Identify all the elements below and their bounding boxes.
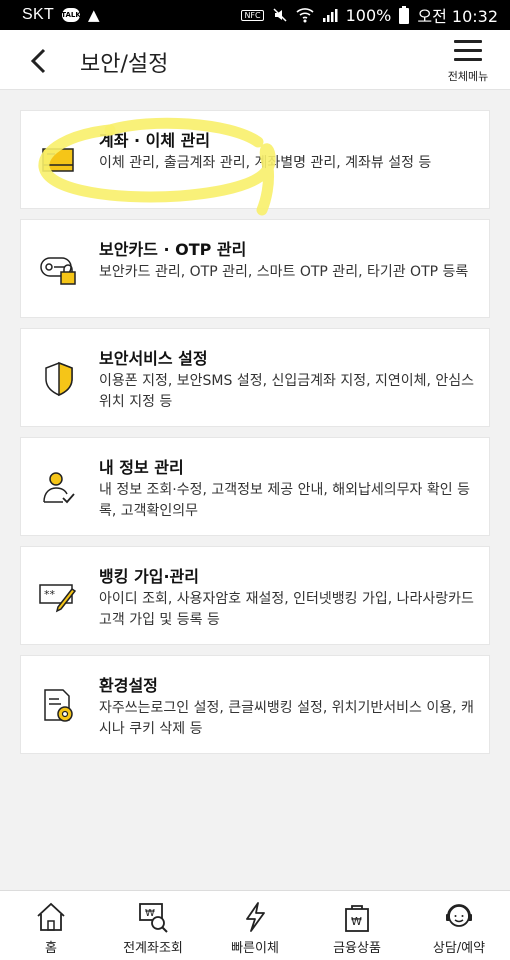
nfc-icon: NFC [241, 9, 264, 21]
battery-percent: 100% [345, 5, 392, 25]
nav-financial-products[interactable]: ₩ 금융상품 [306, 891, 408, 960]
card-banking-join[interactable]: ** 뱅킹 가입·관리 아이디 조회, 사용자암호 재설정, 인터넷뱅킹 가입,… [20, 546, 490, 645]
carrier-name: SKT [22, 6, 55, 23]
card-my-info[interactable]: 내 정보 관리 내 정보 조회·수정, 고객정보 제공 안내, 해외납세의무자 … [20, 437, 490, 536]
nav-home[interactable]: 홈 [0, 891, 102, 960]
svg-text:**: ** [44, 588, 56, 601]
card-title: 계좌 · 이체 관리 [99, 131, 211, 150]
card-description: 자주쓰는로그인 설정, 큰글씨뱅킹 설정, 위치기반서비스 이용, 캐시나 쿠키… [99, 700, 474, 737]
card-description: 내 정보 조회·수정, 고객정보 제공 안내, 해외납세의무자 확인 등록, 고… [99, 482, 470, 519]
card-description: 아이디 조회, 사용자암호 재설정, 인터넷뱅킹 가입, 나라사랑카드고객 가입… [99, 591, 474, 628]
signal-icon [322, 9, 338, 22]
card-account-transfer[interactable]: 계좌 · 이체 관리 이체 관리, 출금계좌 관리, 계좌별명 관리, 계좌뷰 … [20, 110, 490, 209]
nav-quick-transfer[interactable]: 빠른이체 [204, 891, 306, 960]
svg-text:₩: ₩ [351, 915, 362, 928]
back-button[interactable] [24, 46, 54, 76]
bag-icon: ₩ [345, 905, 369, 932]
card-description: 이체 관리, 출금계좌 관리, 계좌별명 관리, 계좌뷰 설정 등 [99, 155, 432, 171]
card-environment-settings[interactable]: 환경설정 자주쓰는로그인 설정, 큰글씨뱅킹 설정, 위치기반서비스 이용, 캐… [20, 655, 490, 754]
user-check-icon [43, 472, 75, 504]
document-gear-icon [44, 689, 73, 722]
card-description: 보안카드 관리, OTP 관리, 스마트 OTP 관리, 타기관 OTP 등록 [99, 264, 469, 280]
card-security-card-otp[interactable]: 보안카드 · OTP 관리 보안카드 관리, OTP 관리, 스마트 OTP 관… [20, 219, 490, 318]
card-title: 보안카드 · OTP 관리 [99, 240, 247, 259]
account-card-icon [42, 148, 74, 172]
card-description: 이용폰 지정, 보안SMS 설정, 신입금계좌 지정, 지연이체, 안심스위치 … [99, 373, 475, 410]
nav-label: 빠른이체 [231, 941, 279, 956]
card-security-service[interactable]: 보안서비스 설정 이용폰 지정, 보안SMS 설정, 신입금계좌 지정, 지연이… [20, 328, 490, 427]
card-title: 내 정보 관리 [99, 458, 184, 477]
home-icon [37, 902, 65, 931]
settings-list: 계좌 · 이체 관리 이체 관리, 출금계좌 관리, 계좌별명 관리, 계좌뷰 … [20, 110, 490, 764]
lightning-icon [246, 902, 265, 932]
clock: 오전 10:32 [417, 7, 498, 26]
bottom-navigation: 홈 ₩ 전계좌조회 빠른이체 ₩ 금융상품 상담/예약 [0, 890, 510, 960]
nav-label: 상담/예약 [432, 941, 486, 956]
battery-icon [399, 6, 410, 24]
svg-text:₩: ₩ [145, 908, 155, 919]
page-title: 보안/설정 [80, 52, 169, 77]
password-pen-icon: ** [39, 584, 77, 613]
otp-lock-icon [40, 257, 76, 285]
hamburger-icon [454, 40, 482, 62]
wifi-icon [296, 8, 314, 23]
card-title: 보안서비스 설정 [99, 349, 208, 368]
nav-label: 홈 [45, 941, 57, 956]
nav-label: 금융상품 [333, 941, 381, 956]
nav-consult-reserve[interactable]: 상담/예약 [408, 891, 510, 960]
app-header: 보안/설정 전체메뉴 [0, 30, 510, 90]
talk-badge-text: TALK [61, 11, 81, 19]
nav-label: 전계좌조회 [123, 941, 183, 956]
status-bar: SKT TALK ▲ NFC 100% 오전 10:32 [0, 0, 510, 30]
full-menu-button[interactable]: 전체메뉴 [438, 38, 498, 88]
talk-icon: TALK [61, 8, 81, 22]
mute-icon [273, 8, 287, 22]
card-title: 뱅킹 가입·관리 [99, 567, 199, 586]
account-search-icon: ₩ [139, 903, 168, 933]
warning-icon: ▲ [88, 6, 100, 24]
shield-icon [45, 361, 73, 397]
nav-all-accounts[interactable]: ₩ 전계좌조회 [102, 891, 204, 960]
card-title: 환경설정 [99, 676, 158, 695]
consult-icon [446, 904, 472, 927]
menu-label: 전체메뉴 [447, 70, 489, 83]
chevron-left-icon [30, 48, 46, 74]
